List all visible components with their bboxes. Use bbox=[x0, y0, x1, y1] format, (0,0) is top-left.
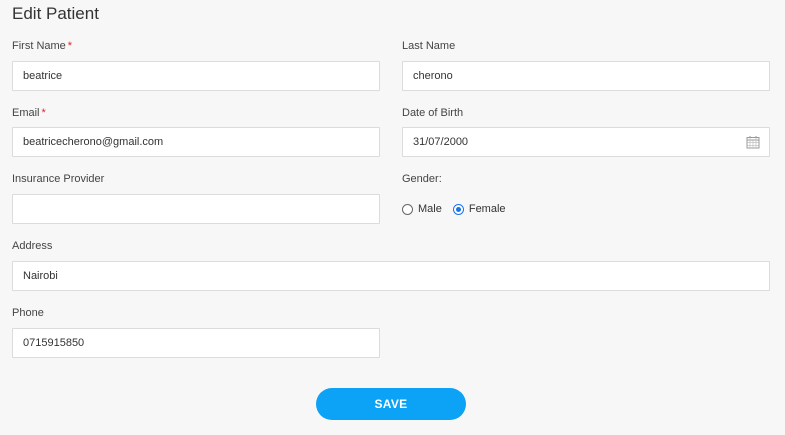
email-label: Email * bbox=[12, 107, 46, 119]
gender-radio-group: Male Female bbox=[402, 202, 517, 216]
address-input[interactable]: Nairobi bbox=[12, 261, 770, 291]
address-label: Address bbox=[12, 240, 53, 252]
first-name-label: First Name * bbox=[12, 40, 72, 52]
last-name-input[interactable]: cherono bbox=[402, 61, 770, 91]
phone-label: Phone bbox=[12, 307, 44, 319]
dob-label: Date of Birth bbox=[402, 107, 464, 119]
phone-input[interactable]: 0715915850 bbox=[12, 328, 380, 358]
gender-option-male-label: Male bbox=[418, 203, 442, 215]
insurance-provider-input[interactable] bbox=[12, 194, 380, 224]
calendar-icon[interactable] bbox=[746, 135, 760, 149]
last-name-label: Last Name bbox=[402, 40, 456, 52]
email-input[interactable]: beatricecherono@gmail.com bbox=[12, 127, 380, 157]
email-label-text: Email bbox=[12, 107, 40, 119]
first-name-label-text: First Name bbox=[12, 40, 66, 52]
dob-input[interactable]: 31/07/2000 bbox=[402, 127, 770, 157]
gender-option-female[interactable]: Female bbox=[452, 203, 506, 215]
required-marker: * bbox=[41, 107, 46, 119]
insurance-provider-label: Insurance Provider bbox=[12, 173, 105, 185]
radio-male[interactable] bbox=[402, 203, 413, 215]
dob-value: 31/07/2000 bbox=[413, 136, 469, 148]
gender-option-male[interactable]: Male bbox=[402, 203, 442, 215]
gender-label: Gender: bbox=[402, 173, 442, 185]
radio-female[interactable] bbox=[452, 203, 464, 215]
save-button[interactable]: SAVE bbox=[316, 388, 466, 420]
required-marker: * bbox=[67, 40, 73, 52]
page-title: Edit Patient bbox=[12, 4, 99, 23]
first-name-input[interactable]: beatrice bbox=[12, 61, 380, 91]
gender-option-female-label: Female bbox=[468, 203, 506, 215]
